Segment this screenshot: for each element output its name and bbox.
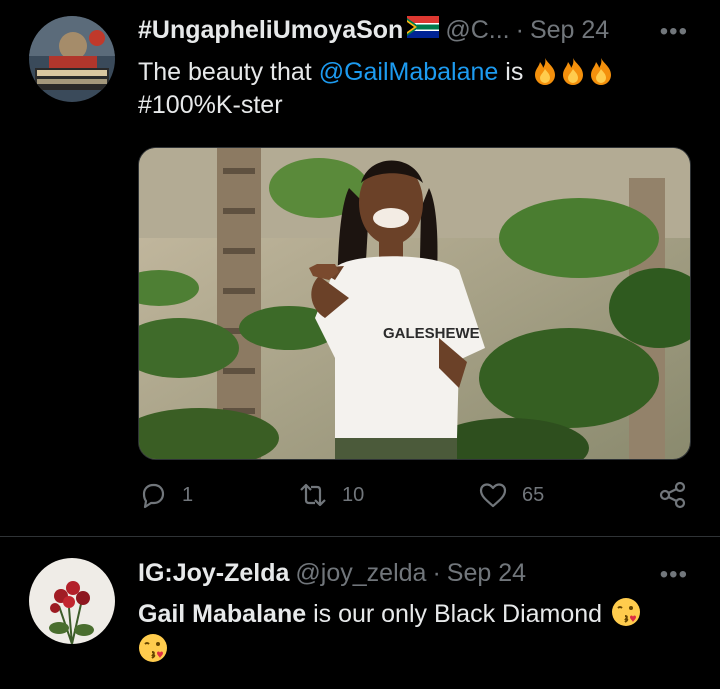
heart-icon — [479, 483, 507, 508]
tweet-text: Gail Mabalane is our only Black Diamond — [138, 597, 678, 667]
reply-button[interactable]: 1 — [138, 480, 193, 510]
tweet-text: The beauty that @GailMabalane is #100%K-… — [138, 56, 614, 122]
kiss-wink-emoji-icon — [139, 634, 167, 662]
tweet-date[interactable]: Sep 24 — [447, 559, 526, 588]
share-icon — [659, 481, 686, 509]
tweet-header: #UngapheliUmoyaSon @C... · Sep 24 — [138, 16, 609, 45]
south-africa-flag-icon — [407, 16, 440, 38]
tweet-2[interactable]: IG:Joy-Zelda @joy_zelda · Sep 24 ••• Gai… — [0, 537, 720, 689]
shirt-print-text: GALESHEWE — [383, 325, 480, 342]
separator-dot: · — [432, 559, 441, 587]
retweet-button[interactable]: 10 — [298, 480, 364, 510]
like-count: 65 — [522, 483, 545, 506]
user-handle[interactable]: @joy_zelda — [295, 559, 426, 588]
tweet-1[interactable]: #UngapheliUmoyaSon @C... · Sep 24 ••• Th… — [0, 0, 720, 537]
avatar-joy-zelda[interactable] — [29, 558, 115, 644]
hashtag-line[interactable]: #100%K-ster — [138, 89, 614, 122]
retweet-icon — [300, 483, 326, 507]
fire-emoji-icon — [535, 58, 556, 85]
display-name[interactable]: IG:Joy-Zelda — [138, 559, 289, 588]
tweet-actions: 1 10 65 — [138, 480, 690, 516]
tweet-text-mid: is — [498, 58, 531, 86]
tweet-text-prefix: The beauty that — [138, 58, 319, 86]
separator-dot: · — [515, 16, 524, 44]
tweet-text-bold: Gail Mabalane — [138, 600, 307, 628]
reply-icon — [142, 483, 165, 509]
fire-emoji-icon — [591, 58, 612, 85]
tweet-text-rest: is our only Black Diamond — [306, 600, 610, 628]
share-button[interactable] — [658, 480, 702, 510]
display-name[interactable]: #UngapheliUmoyaSon — [138, 16, 403, 45]
kiss-wink-emoji-icon — [612, 598, 641, 626]
fire-emoji-icon — [563, 58, 584, 85]
avatar-ungapheli[interactable] — [29, 16, 115, 102]
retweet-count: 10 — [342, 483, 365, 506]
mention-link[interactable]: @GailMabalane — [319, 58, 499, 86]
tweet-photo[interactable]: GALESHEWE — [138, 147, 691, 460]
like-button[interactable]: 65 — [478, 480, 544, 510]
more-options-icon[interactable]: ••• — [660, 561, 688, 589]
reply-count: 1 — [182, 483, 194, 506]
tweet-header: IG:Joy-Zelda @joy_zelda · Sep 24 — [138, 559, 526, 588]
user-handle[interactable]: @C... — [445, 16, 509, 45]
more-options-icon[interactable]: ••• — [660, 18, 688, 46]
tweet-date[interactable]: Sep 24 — [530, 16, 609, 45]
